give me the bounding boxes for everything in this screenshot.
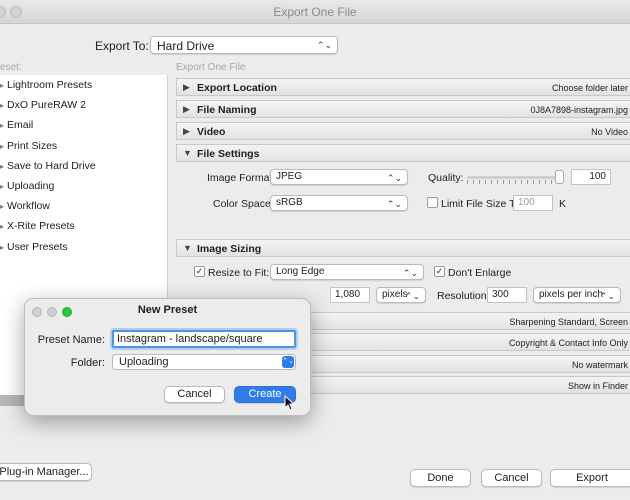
image-format-select[interactable]: JPEG ⌃⌄ (270, 169, 408, 185)
limit-file-size-input[interactable]: 100 (513, 195, 553, 211)
preset-folder-item[interactable]: ▸ Workflow (0, 196, 167, 216)
section-file-naming[interactable]: ▶ File Naming 0J8A7898-instagram.jpg (176, 100, 630, 118)
preset-name-label: Preset Name: (37, 334, 105, 346)
plugin-manager-button[interactable]: Plug-in Manager... (0, 463, 92, 481)
section-image-sizing[interactable]: ▼ Image Sizing (176, 239, 630, 257)
resolution-unit-select[interactable]: pixels per inch ⌃⌄ (533, 287, 621, 303)
preset-folder-item[interactable]: ▸ Print Sizes (0, 136, 167, 156)
new-preset-dialog: New Preset Preset Name: Instagram - land… (24, 298, 311, 416)
color-space-label: Color Space: (213, 198, 274, 210)
export-to-value: Hard Drive (157, 39, 215, 53)
folder-select[interactable]: Uploading ⌃⌄ (112, 354, 296, 370)
quality-slider-knob[interactable] (555, 170, 564, 184)
limit-file-size-unit: K (559, 198, 567, 210)
export-button[interactable]: Export (550, 469, 630, 487)
limit-file-size-checkbox[interactable] (427, 197, 438, 208)
chevron-updown-icon: ⌃⌄ (316, 40, 332, 50)
window-titlebar: Export One File (0, 0, 630, 24)
size-unit-select[interactable]: pixels ⌃⌄ (376, 287, 426, 303)
resize-mode-select[interactable]: Long Edge ⌃⌄ (270, 264, 424, 280)
preset-folder-item[interactable]: ▸ Uploading (0, 176, 167, 196)
quality-slider-ticks (467, 180, 562, 184)
disclosure-right-icon: ▸ (0, 181, 5, 191)
disclosure-right-icon: ▶ (183, 126, 190, 136)
resolution-label: Resolution: (437, 290, 490, 302)
color-space-select[interactable]: sRGB ⌃⌄ (270, 195, 408, 211)
mouse-pointer-icon (284, 395, 296, 411)
chevron-updown-icon: ⌃⌄ (402, 268, 418, 278)
quality-input[interactable]: 100 (571, 169, 611, 185)
section-export-location[interactable]: ▶ Export Location Choose folder later (176, 78, 630, 96)
preset-folder-item[interactable]: ▸ Save to Hard Drive (0, 156, 167, 176)
disclosure-down-icon: ▼ (183, 148, 192, 158)
preset-folder-item[interactable]: ▸ Email (0, 115, 167, 135)
export-to-select[interactable]: Hard Drive ⌃⌄ (150, 36, 338, 54)
disclosure-right-icon: ▸ (0, 141, 5, 151)
disclosure-right-icon: ▶ (183, 82, 190, 92)
preset-folder-item[interactable]: ▸ Lightroom Presets (0, 75, 167, 95)
limit-file-size-label: Limit File Size To: (441, 198, 524, 210)
quality-label: Quality: (428, 172, 464, 184)
dialog-cancel-button[interactable]: Cancel (164, 386, 225, 403)
chevron-updown-icon: ⌃⌄ (282, 356, 294, 368)
disclosure-right-icon: ▸ (0, 161, 5, 171)
export-to-label: Export To: (95, 39, 149, 53)
image-format-label: Image Format: (207, 172, 276, 184)
size-input[interactable]: 1,080 (330, 287, 370, 303)
disclosure-right-icon: ▸ (0, 121, 5, 131)
disclosure-right-icon: ▸ (0, 101, 5, 111)
disclosure-right-icon: ▸ (0, 242, 5, 252)
disclosure-right-icon: ▸ (0, 202, 5, 212)
preset-folder-item[interactable]: ▸ X-Rite Presets (0, 216, 167, 236)
disclosure-right-icon: ▶ (183, 104, 190, 114)
chevron-updown-icon: ⌃⌄ (599, 291, 615, 301)
preset-header: eset: (0, 62, 22, 73)
chevron-updown-icon: ⌃⌄ (404, 291, 420, 301)
section-video[interactable]: ▶ Video No Video (176, 122, 630, 140)
disclosure-down-icon: ▼ (183, 243, 192, 253)
quality-slider[interactable] (467, 176, 562, 179)
dialog-title: New Preset (137, 304, 198, 316)
cancel-button[interactable]: Cancel (481, 469, 542, 487)
chevron-updown-icon: ⌃⌄ (386, 199, 402, 209)
resize-to-fit-label: Resize to Fit: (208, 267, 270, 279)
preset-folder-item[interactable]: ▸ DxO PureRAW 2 (0, 95, 167, 115)
resolution-input[interactable]: 300 (487, 287, 527, 303)
destination-header: Export One File (176, 62, 246, 73)
folder-label: Folder: (70, 357, 105, 369)
done-button[interactable]: Done (410, 469, 471, 487)
dont-enlarge-label: Don't Enlarge (448, 267, 512, 279)
disclosure-right-icon: ▸ (0, 222, 5, 232)
resize-to-fit-checkbox[interactable]: ✓ (194, 266, 205, 277)
dont-enlarge-checkbox[interactable]: ✓ (434, 266, 445, 277)
section-file-settings[interactable]: ▼ File Settings (176, 144, 630, 162)
window-title: Export One File (273, 5, 357, 19)
disclosure-right-icon: ▸ (0, 81, 5, 90)
preset-folder-item[interactable]: ▸ User Presets (0, 237, 167, 257)
chevron-updown-icon: ⌃⌄ (386, 173, 402, 183)
preset-name-input[interactable]: Instagram - landscape/square (112, 330, 296, 348)
